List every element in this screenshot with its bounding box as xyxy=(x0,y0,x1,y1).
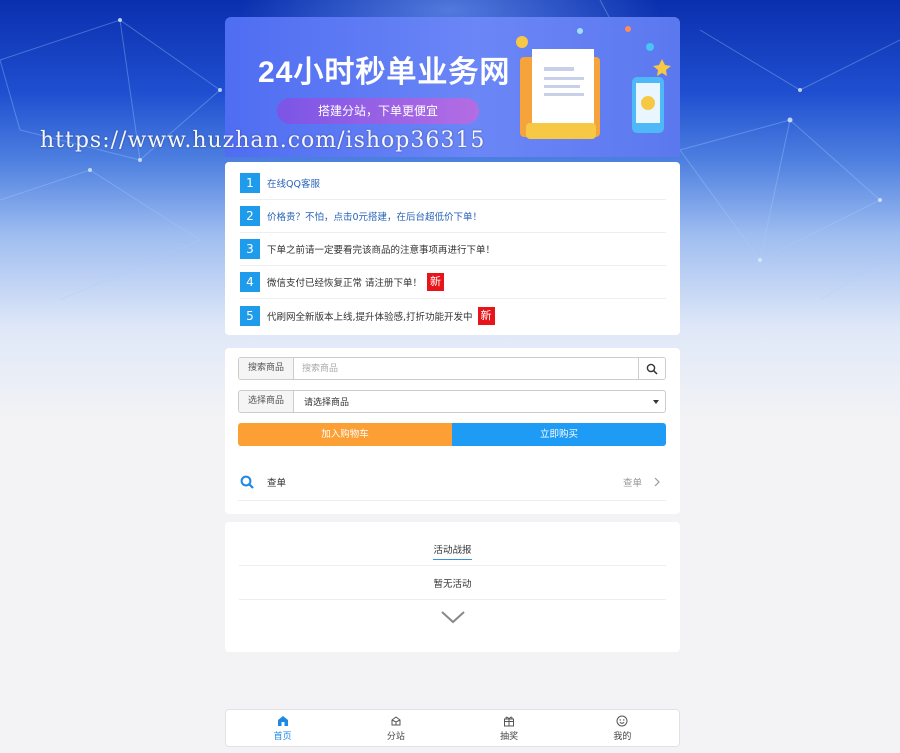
select-row: 选择商品 请选择商品 xyxy=(238,390,666,413)
notice-text: 微信支付已经恢复正常 请注册下单！ xyxy=(267,278,423,289)
query-order-row[interactable]: 查单 查单 xyxy=(238,463,666,501)
notice-number: 1 xyxy=(240,173,260,193)
new-badge: 新 xyxy=(477,306,495,325)
search-button[interactable] xyxy=(638,358,665,379)
notice-text: 代刷网全新版本上线,提升体验感,打折功能开发中 xyxy=(267,311,473,323)
notice-text: 下单之前请一定要看完该商品的注意事项再进行下单！ xyxy=(267,245,496,256)
nav-label: 首页 xyxy=(273,731,292,742)
new-badge: 新 xyxy=(427,273,445,291)
smile-icon xyxy=(616,715,628,726)
nav-label: 我的 xyxy=(613,731,632,742)
caret-down-icon xyxy=(653,399,659,404)
query-order-link[interactable]: 查单 xyxy=(623,475,642,489)
notice-number: 2 xyxy=(240,206,260,226)
nav-label: 抽奖 xyxy=(500,731,519,742)
notice-text[interactable]: 在线QQ客服 xyxy=(267,176,320,190)
notice-number: 4 xyxy=(240,272,260,292)
activity-panel: 活动战报 暂无活动 xyxy=(225,522,680,652)
list-item[interactable]: 1 在线QQ客服 xyxy=(240,167,666,200)
site-title: 24小时秒单业务网 xyxy=(258,56,511,89)
activity-empty-text: 暂无活动 xyxy=(239,566,666,600)
nav-item-profile[interactable]: 我的 xyxy=(566,710,679,746)
notice-number: 3 xyxy=(240,239,260,259)
search-input[interactable] xyxy=(294,358,638,379)
select-label: 选择商品 xyxy=(239,391,294,412)
notice-list: 1 在线QQ客服 2 价格贵？不怕，点击0元搭建，在后台超低价下单！ 3 下单之… xyxy=(225,162,680,335)
notice-text[interactable]: 价格贵？不怕，点击0元搭建，在后台超低价下单！ xyxy=(267,209,482,223)
list-item[interactable]: 2 价格贵？不怕，点击0元搭建，在后台超低价下单！ xyxy=(240,200,666,233)
activity-tab[interactable]: 活动战报 xyxy=(433,542,472,560)
watermark-url: https://www.huzhan.com/ishop36315 xyxy=(40,128,486,153)
home-icon xyxy=(277,715,288,726)
search-row: 搜索商品 xyxy=(238,357,666,380)
cube-icon xyxy=(391,715,401,725)
action-buttons: 加入购物车 立即购买 xyxy=(238,423,666,446)
nav-label: 分站 xyxy=(386,731,405,742)
order-form: 搜索商品 选择商品 请选择商品 加入购物车 立即购买 查单 查单 xyxy=(225,348,680,514)
search-icon xyxy=(646,363,658,375)
gift-icon xyxy=(504,716,515,726)
activity-header: 活动战报 xyxy=(239,522,666,566)
nav-item-lottery[interactable]: 抽奖 xyxy=(453,710,566,746)
list-item: 4 微信支付已经恢复正常 请注册下单！ 新 xyxy=(240,266,666,299)
query-order-label: 查单 xyxy=(267,477,287,489)
search-icon xyxy=(240,475,254,489)
product-select-value: 请选择商品 xyxy=(304,398,350,408)
chevron-down-icon[interactable] xyxy=(440,610,466,624)
list-item: 3 下单之前请一定要看完该商品的注意事项再进行下单！ xyxy=(240,233,666,266)
banner-illustration xyxy=(516,26,671,139)
buy-now-button[interactable]: 立即购买 xyxy=(452,423,666,446)
banner-subtitle-pill[interactable]: 搭建分站，下单更便宜 xyxy=(277,98,479,124)
product-select[interactable]: 请选择商品 xyxy=(294,391,665,412)
notice-number: 5 xyxy=(240,305,260,326)
add-to-cart-button[interactable]: 加入购物车 xyxy=(238,423,452,446)
nav-item-home[interactable]: 首页 xyxy=(226,710,339,746)
bottom-nav: 首页 分站 抽奖 我的 xyxy=(225,709,680,747)
chevron-right-icon xyxy=(654,477,660,486)
search-label: 搜索商品 xyxy=(239,358,294,379)
nav-item-substation[interactable]: 分站 xyxy=(339,710,452,746)
list-item: 5 代刷网全新版本上线,提升体验感,打折功能开发中 新 xyxy=(240,299,666,332)
